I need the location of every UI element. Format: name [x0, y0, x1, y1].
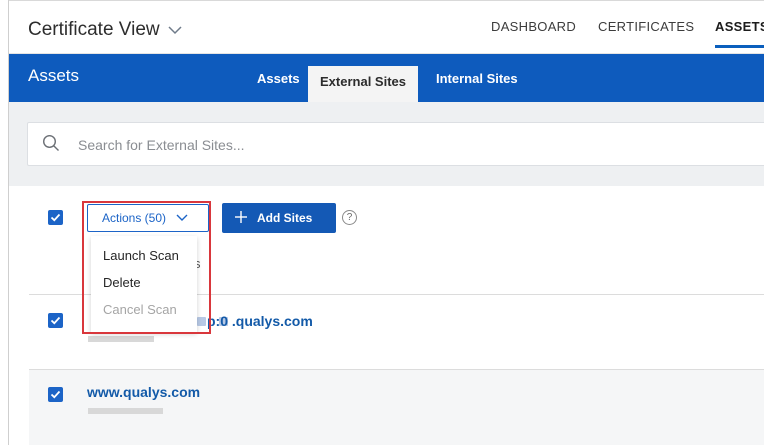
table-row-background [29, 369, 764, 445]
row-divider [29, 369, 764, 370]
add-sites-label: Add Sites [257, 211, 313, 225]
search-area [9, 102, 764, 186]
search-input[interactable] [76, 123, 720, 167]
search-box[interactable] [27, 122, 764, 167]
nav-certificates[interactable]: CERTIFICATES [598, 19, 694, 34]
section-header: Assets Assets External Sites Internal Si… [9, 54, 764, 102]
tab-internal-sites[interactable]: Internal Sites [436, 71, 518, 86]
row-checkbox[interactable] [48, 387, 63, 402]
site-name-link[interactable]: p:0 .qualys.com [207, 313, 313, 329]
row-checkbox[interactable] [48, 313, 63, 328]
chevron-down-icon [168, 25, 182, 35]
nav-dashboard[interactable]: DASHBOARD [491, 19, 576, 34]
site-name-link[interactable]: www.qualys.com [87, 384, 200, 400]
plus-icon [234, 210, 248, 227]
top-bar: Certificate View DASHBOARD CERTIFICATES … [9, 1, 764, 54]
annotation-highlight-box [82, 201, 211, 334]
nav-assets[interactable]: ASSETS [715, 19, 764, 48]
search-icon [42, 134, 60, 157]
tab-assets[interactable]: Assets [257, 71, 300, 86]
select-all-checkbox[interactable] [48, 210, 63, 225]
help-icon[interactable]: ? [342, 210, 357, 225]
tab-external-sites[interactable]: External Sites [308, 66, 418, 102]
redacted-subtext [88, 336, 154, 342]
app-title: Certificate View [28, 19, 160, 40]
app-switcher[interactable]: Certificate View [28, 19, 182, 41]
redacted-subtext [88, 408, 163, 414]
add-sites-button[interactable]: Add Sites [222, 203, 336, 233]
section-title: Assets [28, 66, 80, 85]
